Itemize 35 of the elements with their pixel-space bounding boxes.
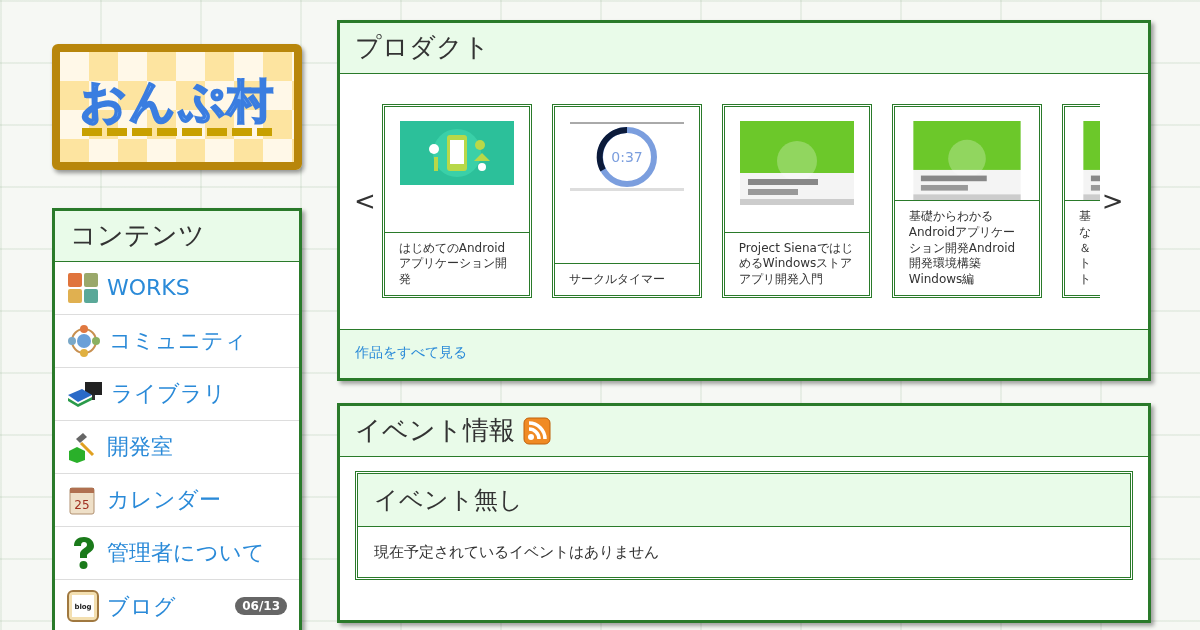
product-title: 基礎からわかるAndroidアプリケーション開発Android開発環境構築Windows編: [894, 200, 1039, 296]
sidebar-item[interactable]: WORKS: [55, 261, 299, 315]
product-title-line: ト: [1078, 271, 1091, 288]
sidebar-item[interactable]: 開発室: [55, 420, 299, 474]
panel-title: イベント情報: [355, 413, 515, 447]
product-card[interactable]: 0:37 サークルタイマー: [551, 104, 702, 299]
product-card[interactable]: 基 な ＆ ト ト: [1061, 104, 1100, 299]
event-text: 現在予定されているイベントはありません: [373, 541, 660, 563]
logo-text: おんぷ村: [79, 78, 275, 124]
product-title: はじめてのAndroidアプリケーション開発: [384, 231, 529, 296]
product-title: Project SienaではじめるWindowsストアアプリ開発入門: [724, 231, 869, 296]
event-title: イベント無し: [358, 473, 1130, 527]
tiles-icon: [67, 271, 99, 304]
logo[interactable]: おんぷ村: [52, 44, 302, 170]
sidebar-item[interactable]: コミュニティ: [55, 314, 299, 368]
product-title-line: 基: [1078, 209, 1091, 225]
network-icon: [67, 323, 101, 358]
product-title-line: ＆: [1078, 240, 1091, 257]
prev-button[interactable]: <: [352, 181, 382, 221]
rss-icon[interactable]: [523, 416, 551, 445]
all-works-link[interactable]: 作品をすべて見る: [355, 343, 467, 360]
product-title-line: な: [1078, 224, 1091, 241]
product-card[interactable]: 基礎からわかるAndroidアプリケーション開発Android開発環境構築Windows編: [891, 104, 1042, 299]
sidebar-item[interactable]: 25 カレンダー: [55, 473, 299, 527]
next-button[interactable]: >: [1099, 181, 1130, 221]
timer-screenshot: 0:37: [569, 121, 684, 194]
count-badge: 06/13: [235, 597, 287, 616]
panel-title: コンテンツ: [55, 211, 299, 262]
product-title-line: ト: [1078, 256, 1091, 272]
product-title: サークルタイマー: [554, 262, 699, 296]
sidebar-item[interactable]: ライブラリ: [55, 367, 299, 421]
sidebar-item[interactable]: 管理者について: [55, 526, 299, 580]
product-card[interactable]: はじめてのAndroidアプリケーション開発: [381, 104, 532, 299]
product-card[interactable]: Project SienaではじめるWindowsストアアプリ開発入門: [721, 104, 872, 299]
panel-title: プロダクト: [340, 23, 1148, 74]
